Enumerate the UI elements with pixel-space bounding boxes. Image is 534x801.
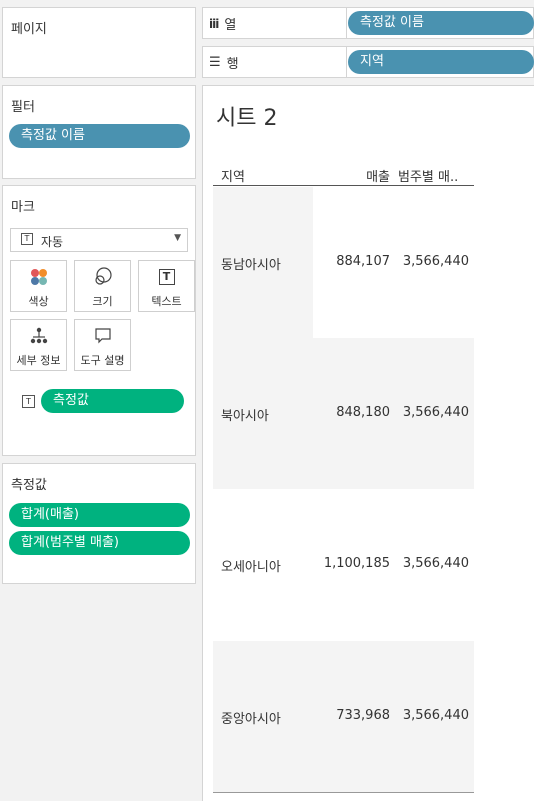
shelf-divider: [346, 8, 347, 38]
row-region-cell[interactable]: 동남아시아: [221, 254, 281, 273]
size-button-label: 크기: [92, 295, 113, 308]
header-region[interactable]: 지역: [221, 166, 245, 185]
text-icon: T: [139, 267, 194, 287]
table-bottom-divider: [213, 792, 474, 793]
text-encoding-icon: T: [22, 395, 35, 408]
rows-label-text: 행: [226, 57, 239, 72]
size-icon: [75, 267, 130, 287]
pages-card-title: 페이지: [11, 22, 47, 37]
row-category-sales-cell[interactable]: 3,566,440: [403, 556, 469, 571]
chevron-down-icon: ▼: [174, 233, 181, 243]
measure-pill-sum-sales[interactable]: 합계(매출): [9, 503, 190, 527]
tooltip-button[interactable]: 도구 설명: [74, 319, 131, 371]
header-sales[interactable]: 매출: [366, 166, 390, 185]
filter-pill-measure-names[interactable]: 측정값 이름: [9, 124, 190, 148]
filters-card: 필터 측정값 이름: [2, 85, 196, 179]
columns-shelf[interactable]: iii 열 측정값 이름: [202, 7, 534, 39]
marks-card: 마크 T 자동 ▼ 색상 크기 T 텍스트 세부 정보 도구 설명 T 측정값: [2, 185, 196, 456]
detail-button-label: 세부 정보: [16, 354, 61, 367]
rows-icon: ☰: [209, 55, 221, 70]
row-sales-cell[interactable]: 884,107: [336, 254, 390, 269]
measure-values-card: 측정값 합계(매출) 합계(범주별 매출): [2, 463, 196, 584]
filters-card-title: 필터: [11, 100, 35, 115]
measure-pill-sum-category-sales[interactable]: 합계(범주별 매출): [9, 531, 190, 555]
header-divider: [213, 185, 474, 186]
shelf-divider: [346, 47, 347, 77]
row-region-cell[interactable]: 오세아니아: [221, 556, 281, 575]
columns-icon: iii: [209, 16, 219, 31]
columns-shelf-label: iii 열: [209, 14, 237, 34]
color-button[interactable]: 색상: [10, 260, 67, 312]
tooltip-button-label: 도구 설명: [80, 354, 125, 367]
columns-pill-measure-names[interactable]: 측정값 이름: [348, 11, 534, 35]
row-category-sales-cell[interactable]: 3,566,440: [403, 708, 469, 723]
sheet-title: 시트 2: [216, 106, 278, 131]
row-region-cell[interactable]: 북아시아: [221, 405, 269, 424]
marks-card-title: 마크: [11, 200, 35, 215]
pages-card: 페이지: [2, 7, 196, 78]
color-button-label: 색상: [28, 295, 49, 308]
rows-pill-region[interactable]: 지역: [348, 50, 534, 74]
text-button[interactable]: T 텍스트: [138, 260, 195, 312]
size-button[interactable]: 크기: [74, 260, 131, 312]
columns-label-text: 열: [224, 18, 237, 33]
rows-shelf[interactable]: ☰ 행 지역: [202, 46, 534, 78]
header-category-sales[interactable]: 범주별 매..: [398, 166, 458, 185]
rows-shelf-label: ☰ 행: [209, 53, 239, 72]
detail-icon: [11, 326, 66, 346]
measure-values-card-title: 측정값: [11, 478, 47, 493]
row-region-cell[interactable]: 중앙아시아: [221, 708, 281, 727]
view-area: 시트 2 지역 매출 범주별 매.. 동남아시아 884,107 3,566,4…: [202, 85, 534, 801]
color-icon: [11, 267, 66, 287]
detail-button[interactable]: 세부 정보: [10, 319, 67, 371]
row-sales-cell[interactable]: 733,968: [336, 708, 390, 723]
marks-pill-measure-values[interactable]: 측정값: [41, 389, 184, 413]
tooltip-icon: [75, 326, 130, 346]
row-sales-cell[interactable]: 848,180: [336, 405, 390, 420]
row-category-sales-cell[interactable]: 3,566,440: [403, 405, 469, 420]
text-button-label: 텍스트: [151, 295, 182, 308]
row-sales-cell[interactable]: 1,100,185: [324, 556, 390, 571]
mark-type-icon: T: [21, 233, 33, 245]
row-category-sales-cell[interactable]: 3,566,440: [403, 254, 469, 269]
mark-type-dropdown[interactable]: T 자동 ▼: [10, 228, 188, 252]
mark-type-label: 자동: [41, 235, 64, 249]
